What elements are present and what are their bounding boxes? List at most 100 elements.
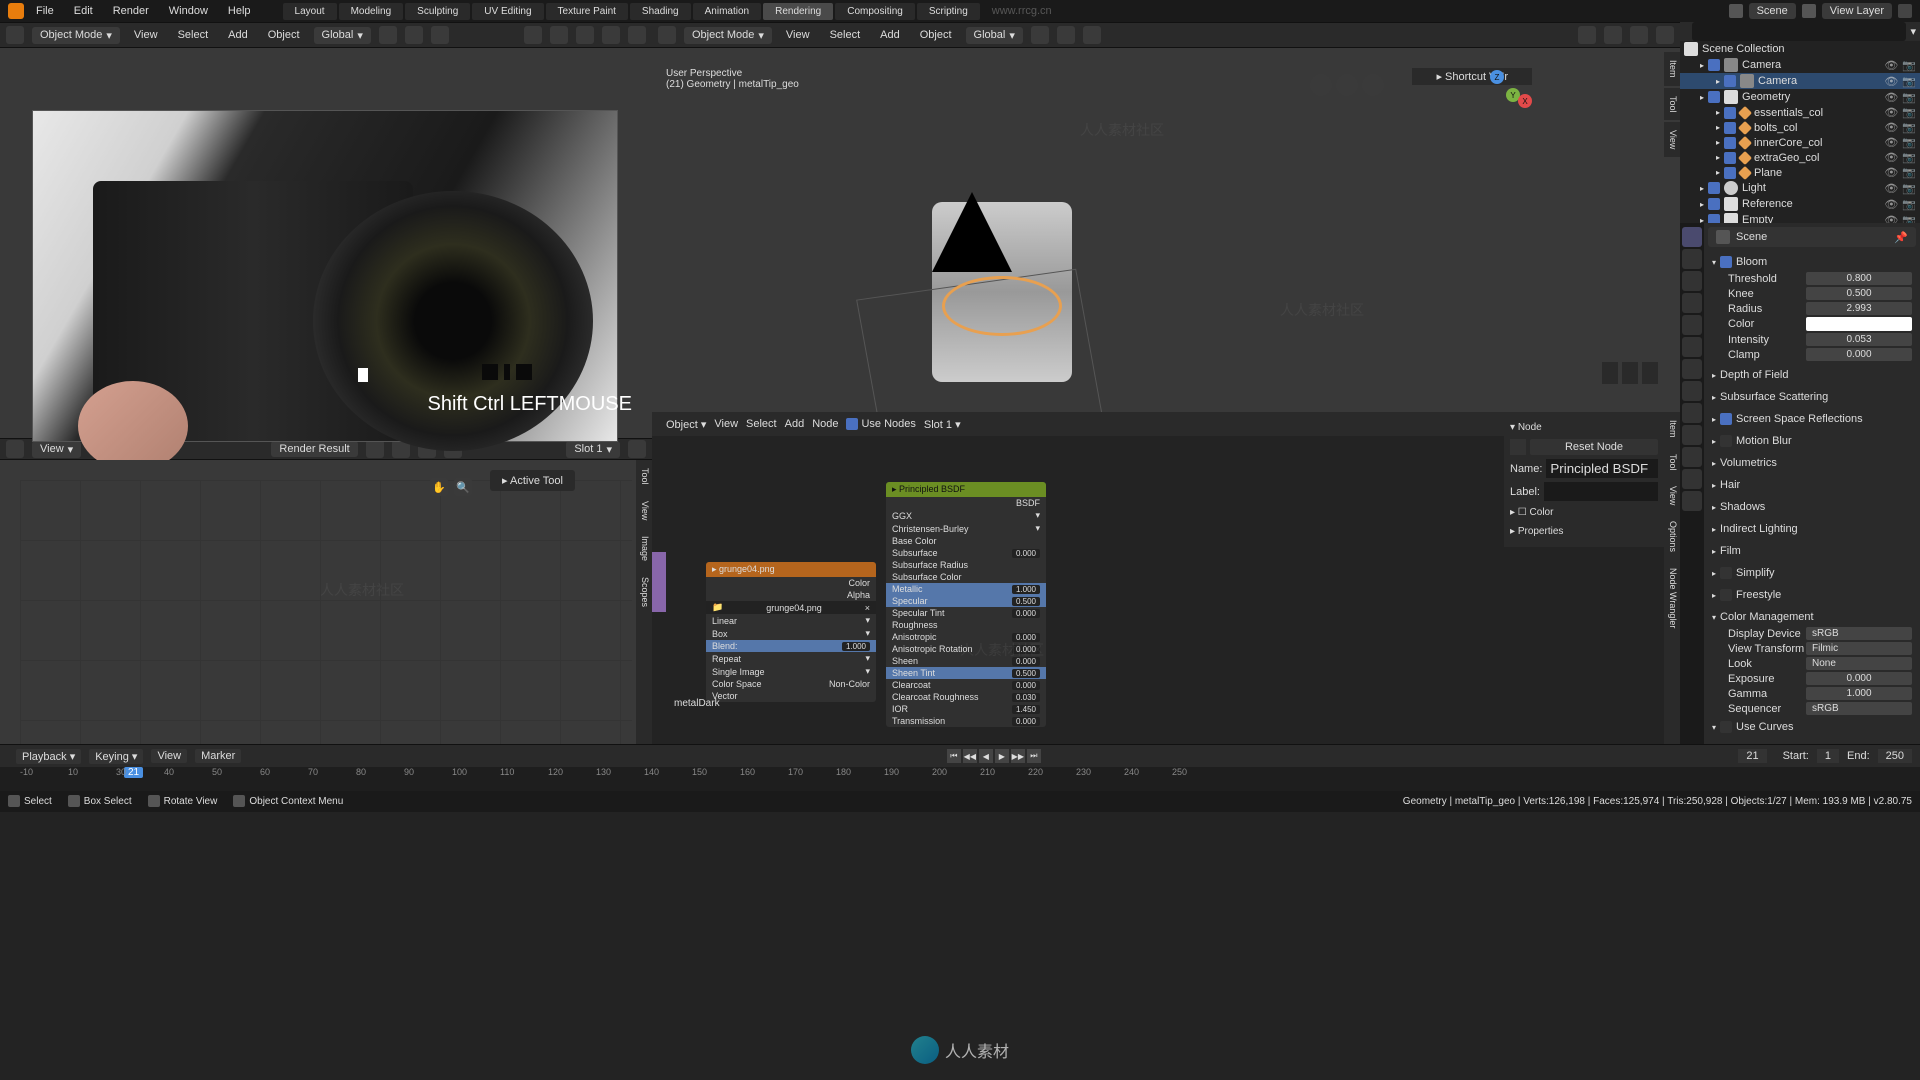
knee-input[interactable]: 0.500 bbox=[1806, 287, 1912, 300]
pivot-icon[interactable] bbox=[379, 26, 397, 44]
item-check-icon[interactable] bbox=[1724, 107, 1736, 119]
disable-icon[interactable]: 📷 bbox=[1902, 198, 1916, 211]
eye-icon[interactable]: 👁 bbox=[1884, 166, 1898, 179]
reset-node-button[interactable]: Reset Node bbox=[1530, 439, 1658, 455]
current-frame[interactable]: 21 bbox=[1738, 749, 1766, 763]
item-check-icon[interactable] bbox=[1724, 152, 1736, 164]
gizmo-icon[interactable] bbox=[1362, 74, 1384, 96]
tree-item[interactable]: ▸Reference👁📷 bbox=[1680, 196, 1920, 212]
curves-header[interactable]: Use Curves bbox=[1708, 718, 1916, 736]
eye-icon[interactable]: 👁 bbox=[1884, 136, 1898, 149]
tree-item[interactable]: ▸Geometry👁📷 bbox=[1680, 89, 1920, 105]
ptab-texture[interactable] bbox=[1682, 491, 1702, 511]
eye-icon[interactable]: 👁 bbox=[1884, 198, 1898, 211]
shade-render-icon[interactable] bbox=[1656, 26, 1674, 44]
eye-icon[interactable]: 👁 bbox=[1884, 91, 1898, 104]
section-header[interactable]: Film bbox=[1708, 542, 1916, 560]
node-tab-tool[interactable]: Tool bbox=[1664, 446, 1680, 479]
threshold-input[interactable]: 0.800 bbox=[1806, 272, 1912, 285]
next-key-icon[interactable]: ▶▶ bbox=[1011, 749, 1025, 763]
hand-icon[interactable]: ✋ bbox=[430, 478, 448, 496]
seq-select[interactable]: sRGB bbox=[1806, 702, 1912, 715]
ptab-modifier[interactable] bbox=[1682, 359, 1702, 379]
ptab-data[interactable] bbox=[1682, 447, 1702, 467]
color-mgmt-header[interactable]: Color Management bbox=[1708, 608, 1916, 626]
shade-wire-icon[interactable] bbox=[550, 26, 568, 44]
image-view[interactable]: View ▾ bbox=[32, 441, 81, 458]
vp-tab-item[interactable]: Item bbox=[1664, 52, 1680, 86]
view-menu[interactable]: View bbox=[151, 749, 187, 763]
slot-select[interactable]: Slot 1 ▾ bbox=[566, 441, 620, 458]
filter-icon[interactable] bbox=[1898, 4, 1912, 18]
overlay-icon[interactable] bbox=[524, 26, 542, 44]
item-check-icon[interactable] bbox=[1724, 167, 1736, 179]
section-header[interactable]: Freestyle bbox=[1708, 586, 1916, 604]
eye-icon[interactable]: 👁 bbox=[1884, 214, 1898, 224]
editor-type-icon[interactable] bbox=[6, 26, 24, 44]
ptab-scene[interactable] bbox=[1682, 293, 1702, 313]
view-menu[interactable]: View bbox=[128, 27, 164, 43]
img-tab-image[interactable]: Image bbox=[636, 528, 652, 569]
img-tab-tool[interactable]: Tool bbox=[636, 460, 652, 493]
nav-gizmo[interactable]: Z Y X bbox=[1472, 70, 1522, 120]
tree-item[interactable]: ▸Empty👁📷 bbox=[1680, 212, 1920, 223]
ws-rendering[interactable]: Rendering bbox=[763, 3, 833, 20]
slot-select[interactable]: Slot 1 ▾ bbox=[924, 418, 961, 431]
properties-content[interactable]: Scene📌 Bloom Threshold0.800 Knee0.500 Ra… bbox=[1704, 223, 1920, 744]
section-check[interactable] bbox=[1720, 413, 1732, 425]
keying-menu[interactable]: Keying ▾ bbox=[89, 749, 143, 764]
editor-type-icon[interactable] bbox=[6, 440, 24, 458]
node-bsdf-header[interactable]: ▸ Principled BSDF bbox=[886, 482, 1046, 497]
select-menu[interactable]: Select bbox=[172, 27, 215, 43]
eye-icon[interactable]: 👁 bbox=[1884, 151, 1898, 164]
timeline-ruler[interactable]: 21 -101030405060708090100110120130140150… bbox=[0, 767, 1920, 791]
shade-solid-icon[interactable] bbox=[576, 26, 594, 44]
shade-wire-icon[interactable] bbox=[1578, 26, 1596, 44]
bloom-header[interactable]: Bloom bbox=[1708, 253, 1916, 271]
disable-icon[interactable]: 📷 bbox=[1902, 106, 1916, 119]
filter-icon[interactable]: ▾ bbox=[1910, 25, 1916, 38]
jump-end-icon[interactable]: ⏭ bbox=[1027, 749, 1041, 763]
view-menu[interactable]: View bbox=[780, 27, 816, 43]
eye-icon[interactable]: 👁 bbox=[1884, 182, 1898, 195]
item-check-icon[interactable] bbox=[1708, 182, 1720, 194]
ws-shading[interactable]: Shading bbox=[630, 3, 691, 20]
node-tab-options[interactable]: Options bbox=[1664, 513, 1680, 560]
item-check-icon[interactable] bbox=[1708, 214, 1720, 223]
display-select[interactable]: sRGB bbox=[1806, 627, 1912, 640]
section-header[interactable]: Shadows bbox=[1708, 498, 1916, 516]
ptab-render[interactable] bbox=[1682, 227, 1702, 247]
disable-icon[interactable]: 📷 bbox=[1902, 182, 1916, 195]
tree-item[interactable]: ▸bolts_col👁📷 bbox=[1680, 120, 1920, 135]
play-rev-icon[interactable]: ◀ bbox=[979, 749, 993, 763]
exposure-input[interactable]: 0.000 bbox=[1806, 672, 1912, 685]
outliner[interactable]: Scene Collection ▸Camera👁📷▸Camera👁📷▸Geom… bbox=[1680, 41, 1920, 223]
node-tab-view[interactable]: View bbox=[1664, 478, 1680, 513]
menu-file[interactable]: File bbox=[28, 3, 62, 19]
mode-select[interactable]: Object Mode ▾ bbox=[32, 27, 120, 44]
node-node[interactable]: Node bbox=[812, 418, 838, 430]
menu-window[interactable]: Window bbox=[161, 3, 216, 19]
disable-icon[interactable]: 📷 bbox=[1902, 166, 1916, 179]
tree-item[interactable]: ▸Camera👁📷 bbox=[1680, 57, 1920, 73]
item-check-icon[interactable] bbox=[1708, 91, 1720, 103]
object-menu[interactable]: Object bbox=[262, 27, 306, 43]
disable-icon[interactable]: 📷 bbox=[1902, 121, 1916, 134]
ptab-object[interactable] bbox=[1682, 337, 1702, 357]
section-header[interactable]: Screen Space Reflections bbox=[1708, 410, 1916, 428]
tree-item[interactable]: ▸essentials_col👁📷 bbox=[1680, 105, 1920, 120]
outliner-search[interactable] bbox=[1692, 22, 1906, 41]
zoom-icon[interactable]: 🔍 bbox=[454, 478, 472, 496]
item-check-icon[interactable] bbox=[1724, 75, 1736, 87]
jump-start-icon[interactable]: ⏮ bbox=[947, 749, 961, 763]
shade-solid-icon[interactable] bbox=[1604, 26, 1622, 44]
ptab-output[interactable] bbox=[1682, 249, 1702, 269]
ptab-particle[interactable] bbox=[1682, 381, 1702, 401]
active-tool-panel[interactable]: ▸ Active Tool bbox=[490, 470, 575, 491]
node-select[interactable]: Select bbox=[746, 418, 777, 430]
disable-icon[interactable]: 📷 bbox=[1902, 214, 1916, 224]
node-tex-header[interactable]: ▸ grunge04.png bbox=[706, 562, 876, 577]
node-section-node[interactable]: ▾ Node bbox=[1510, 418, 1658, 437]
item-check-icon[interactable] bbox=[1708, 59, 1720, 71]
ws-texpaint[interactable]: Texture Paint bbox=[546, 3, 628, 20]
